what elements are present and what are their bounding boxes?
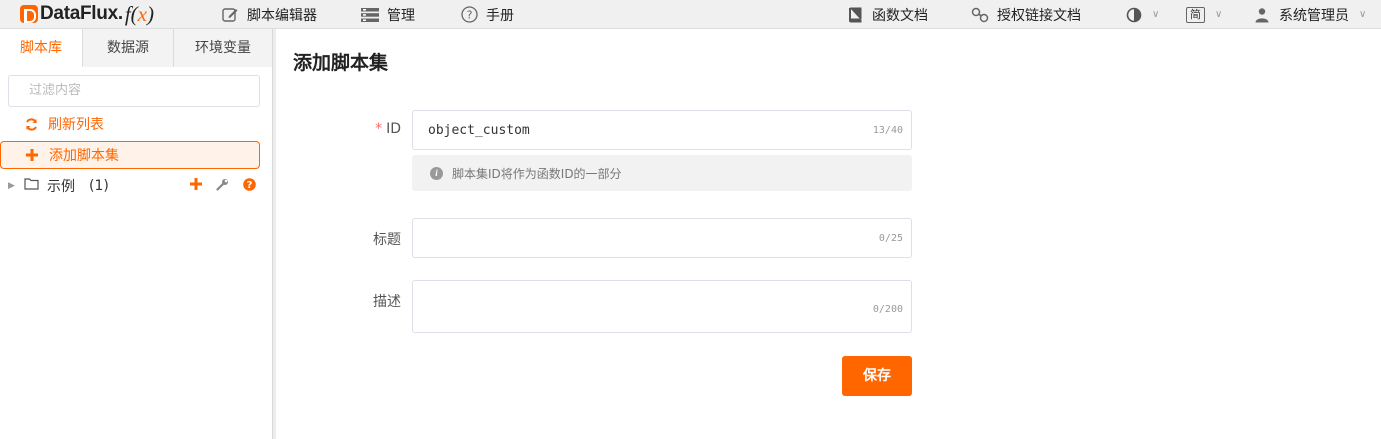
theme-switch[interactable]: ∨	[1126, 0, 1159, 29]
language-switch[interactable]: 简 ∨	[1186, 0, 1222, 29]
sidebar-tabs: 脚本库 数据源 环境变量	[0, 29, 272, 67]
plus-icon[interactable]	[190, 178, 202, 194]
chevron-down-icon: ∨	[1359, 9, 1367, 20]
nav-auth-link-docs[interactable]: 授权链接文档	[971, 0, 1081, 29]
svg-text:?: ?	[247, 180, 253, 191]
required-mark: *	[375, 121, 383, 137]
chevron-down-icon: ∨	[1215, 9, 1223, 20]
nav-func-docs-label: 函数文档	[872, 7, 928, 24]
edit-icon	[221, 6, 239, 24]
title-input[interactable]: 0/25	[412, 218, 912, 258]
folder-icon	[24, 178, 39, 194]
nav-manual-label: 手册	[486, 7, 514, 24]
logo-mark-icon	[20, 5, 38, 23]
nav-manage-label: 管理	[387, 7, 415, 24]
tab-data-source[interactable]: 数据源	[83, 29, 174, 67]
chevron-down-icon: ∨	[1152, 9, 1160, 20]
link-icon	[971, 6, 989, 24]
title-counter: 0/25	[878, 233, 903, 244]
page-title: 添加脚本集	[293, 52, 389, 74]
language-label: 简	[1186, 6, 1205, 23]
refresh-icon	[24, 117, 38, 131]
logo-fx: f(x)	[124, 1, 154, 26]
info-icon: i	[430, 166, 443, 180]
desc-label: 描述	[373, 294, 401, 310]
top-bar: DataFlux. f(x) 脚本编辑器 管理 ? 手册 函数文档 授权链接文档	[0, 0, 1381, 29]
id-label: * ID	[375, 121, 401, 137]
nav-manual[interactable]: ? 手册	[460, 0, 514, 29]
nav-script-editor-label: 脚本编辑器	[247, 7, 317, 24]
caret-right-icon[interactable]: ▶	[8, 181, 18, 191]
logo[interactable]: DataFlux. f(x)	[20, 1, 154, 26]
desc-textarea[interactable]: 0/200	[412, 280, 912, 333]
book-icon	[846, 6, 864, 24]
nav-func-docs[interactable]: 函数文档	[846, 0, 928, 29]
contrast-icon	[1126, 7, 1142, 23]
nav-script-editor[interactable]: 脚本编辑器	[221, 0, 317, 29]
nav-manage[interactable]: 管理	[361, 0, 415, 29]
id-hint: i 脚本集ID将作为函数ID的一部分	[412, 155, 912, 191]
question-icon[interactable]: ?	[243, 177, 256, 195]
nav-auth-link-docs-label: 授权链接文档	[997, 7, 1081, 24]
tree-item-actions: ?	[190, 172, 256, 200]
save-button[interactable]: 保存	[842, 356, 912, 396]
id-input-value: object_custom	[428, 123, 530, 138]
desc-counter: 0/200	[872, 304, 903, 315]
tab-script-lib[interactable]: 脚本库	[0, 29, 83, 67]
id-hint-text: 脚本集ID将作为函数ID的一部分	[452, 166, 622, 181]
tree-item-count: (1)	[89, 178, 109, 194]
title-label: 标题	[373, 232, 401, 248]
help-icon: ?	[460, 6, 478, 24]
filter-input[interactable]: 过滤内容	[8, 75, 260, 107]
refresh-list-label: 刷新列表	[48, 117, 104, 133]
wrench-icon[interactable]	[216, 178, 229, 195]
id-input[interactable]: object_custom 13/40	[412, 110, 912, 150]
add-script-set-label: 添加脚本集	[49, 148, 119, 164]
logo-text: DataFlux.	[40, 3, 123, 24]
user-icon	[1253, 6, 1271, 24]
add-script-set-button[interactable]: 添加脚本集	[0, 141, 260, 169]
plus-icon	[25, 149, 39, 161]
user-name: 系统管理员	[1279, 7, 1349, 24]
refresh-list-button[interactable]: 刷新列表	[0, 110, 272, 138]
user-menu[interactable]: 系统管理员 ∨	[1253, 0, 1366, 29]
tab-env-vars[interactable]: 环境变量	[174, 29, 272, 67]
sidebar-resize-handle[interactable]	[272, 29, 276, 439]
tree-item-example[interactable]: ▶ 示例 (1) ?	[0, 172, 272, 200]
manage-icon	[361, 6, 379, 24]
sidebar: 脚本库 数据源 环境变量 过滤内容 刷新列表 添加脚本集 ▶ 示例 (1) ?	[0, 29, 272, 439]
id-counter: 13/40	[872, 125, 903, 136]
tree-item-label: 示例	[47, 179, 75, 195]
svg-text:?: ?	[466, 9, 472, 22]
